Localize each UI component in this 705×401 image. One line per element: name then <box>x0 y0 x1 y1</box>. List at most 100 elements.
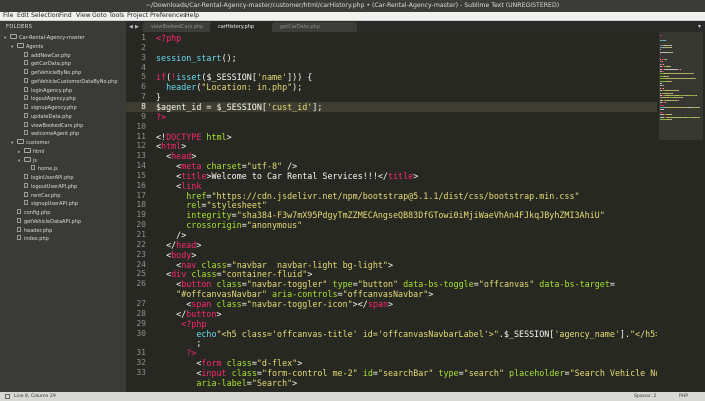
code-line: } <box>156 92 161 102</box>
file-item[interactable]: getVehicleCustomerDataByNo.php <box>18 77 118 86</box>
tab-scroll-right-icon[interactable]: ▶ <box>135 22 139 32</box>
file-item[interactable]: config.php <box>11 209 50 217</box>
code-token: span <box>191 298 212 309</box>
minimap-line <box>672 51 674 53</box>
code-token: button <box>181 279 212 290</box>
line-number: 16 <box>136 180 146 190</box>
menu-help[interactable]: Help <box>185 12 199 20</box>
code-token: DOCTYPE <box>166 131 202 142</box>
window-title: ~/Downloads/Car-Rental-Agency-master/cus… <box>0 0 705 12</box>
file-item[interactable]: getVehicleDataAPI.php <box>11 217 81 226</box>
code-token: "<h5 class='offcanvas-title' id='offcanv… <box>216 328 499 339</box>
file-item[interactable]: viewBookedCars.php <box>18 121 83 130</box>
code-token: "Location: in.php" <box>201 82 293 93</box>
file-icon <box>17 235 21 241</box>
minimap[interactable] <box>657 32 705 392</box>
file-item[interactable]: getVehicleByNo.php <box>18 69 81 77</box>
code-token: ($_SESSION[ <box>201 72 257 83</box>
tree-item-label: logoutUserAPI.php <box>31 183 78 190</box>
code-token: class <box>211 279 242 290</box>
syntax-mode[interactable]: PHP <box>679 392 688 401</box>
panel-toggle-icon[interactable] <box>5 394 10 399</box>
tree-item-label: home.js <box>38 166 58 173</box>
file-icon <box>24 86 28 92</box>
tab-menu-icon[interactable]: ▾ <box>698 22 701 32</box>
file-icon <box>24 77 28 83</box>
file-item[interactable]: getCarData.php <box>18 60 71 68</box>
menu-project[interactable]: Project <box>127 12 148 20</box>
menu-find[interactable]: Find <box>59 12 72 20</box>
menu-tools[interactable]: Tools <box>109 12 124 20</box>
file-icon <box>24 69 28 74</box>
code-token: 'name' <box>256 72 288 83</box>
folder-item[interactable]: ▾ customer <box>11 139 50 147</box>
code-token: "</h5>" <box>630 328 657 339</box>
tab-getcardata[interactable]: getCarData.php <box>272 22 357 32</box>
menu-view[interactable]: View <box>76 12 91 20</box>
folder-item[interactable]: ▸ html <box>18 147 44 156</box>
indentation-setting[interactable]: Spaces: 2 <box>634 392 656 401</box>
minimap-line <box>668 116 676 118</box>
menu-selection[interactable]: Selection <box>31 12 60 20</box>
folder-item[interactable]: ▾ Car-Rental-Agency-master <box>4 34 85 42</box>
code-token: rel <box>156 200 202 211</box>
file-item[interactable]: loginUserAPI.php <box>18 174 74 182</box>
file-icon <box>24 104 28 109</box>
sidebar: FOLDERS ▾ Car-Rental-Agency-master ▾ Agents… <box>0 21 126 392</box>
minimap-viewport[interactable] <box>659 32 703 140</box>
line-number: 27 <box>136 298 146 308</box>
file-icon <box>24 130 28 136</box>
file-item[interactable]: signupAgency.php <box>18 104 77 112</box>
line-number: 11 <box>136 131 146 141</box>
code-token: class <box>196 259 227 270</box>
file-item[interactable]: signupUserAPI.php <box>18 200 78 208</box>
code-editor[interactable]: 1 2 3 4 5 6 7 8 9 10 11 12 13 14 15 16 17 18 19 20 21 22 23 24 2… <box>126 32 657 392</box>
code-token: "navbar navbar-light bg-light" <box>231 259 388 270</box>
code-line: <?php <box>156 33 181 43</box>
code-line: <html> <box>156 141 186 151</box>
folder-item[interactable]: ▾ Agents <box>11 42 43 51</box>
file-item[interactable]: index.php <box>11 235 49 243</box>
code-token: "https://cdn.jsdelivr.net/npm/bootstrap@… <box>211 190 580 201</box>
code-line: <button class="navbar-toggler" type="but… <box>156 279 615 289</box>
file-item[interactable]: header.php <box>11 226 52 235</box>
code-token: div <box>171 269 187 280</box>
code-token: html <box>161 141 182 152</box>
code-token: "search" <box>463 367 504 378</box>
tab-scroll-left-icon[interactable]: ◀ <box>129 22 133 32</box>
menu-edit[interactable]: Edit <box>17 12 29 20</box>
code-area[interactable]: <?php session_start(); if(!isset($_SESSION… <box>156 32 657 392</box>
menu-preferences[interactable]: Preferences <box>150 12 186 20</box>
line-number: 15 <box>136 170 146 180</box>
file-item[interactable]: loginAgency.php <box>18 86 73 95</box>
code-token: integrity <box>156 210 232 221</box>
file-item[interactable]: home.js <box>25 165 58 173</box>
tree-item-label: loginAgency.php <box>31 87 73 94</box>
code-token: > <box>387 298 394 309</box>
tree-item-label: welcomeAgent.php <box>31 131 80 138</box>
tree-item-label: index.php <box>24 236 49 243</box>
file-item[interactable]: updateData.php <box>18 112 72 121</box>
file-item[interactable]: addNewCar.php <box>18 51 71 60</box>
menu-goto[interactable]: Goto <box>92 12 107 20</box>
folder-item[interactable]: ▾ js <box>18 156 37 165</box>
tree-item-label: getVehicleByNo.php <box>31 70 82 76</box>
tab-label: getCarData.php <box>280 24 320 30</box>
code-token: > <box>191 151 197 162</box>
file-item[interactable]: logoutAgency.php <box>18 95 76 103</box>
file-item[interactable]: rentCar.php <box>18 191 60 200</box>
minimap-line <box>666 78 696 80</box>
menu-file[interactable]: File <box>3 12 13 20</box>
file-item[interactable]: welcomeAgent.php <box>18 130 79 138</box>
line-number: 10 <box>136 121 146 131</box>
status-bar: Line 8, Column 29 Spaces: 2 PHP <box>0 392 705 401</box>
code-token: > <box>307 269 313 280</box>
code-token: placeholder <box>504 367 565 378</box>
code-token: title <box>181 170 207 181</box>
code-token: < <box>156 249 172 260</box>
code-token: title <box>387 170 414 181</box>
code-token: "Search Vehicle No" <box>569 367 657 378</box>
file-item[interactable]: logoutUserAPI.php <box>18 182 78 191</box>
minimap-line <box>660 104 664 106</box>
minimap-line <box>660 119 668 120</box>
